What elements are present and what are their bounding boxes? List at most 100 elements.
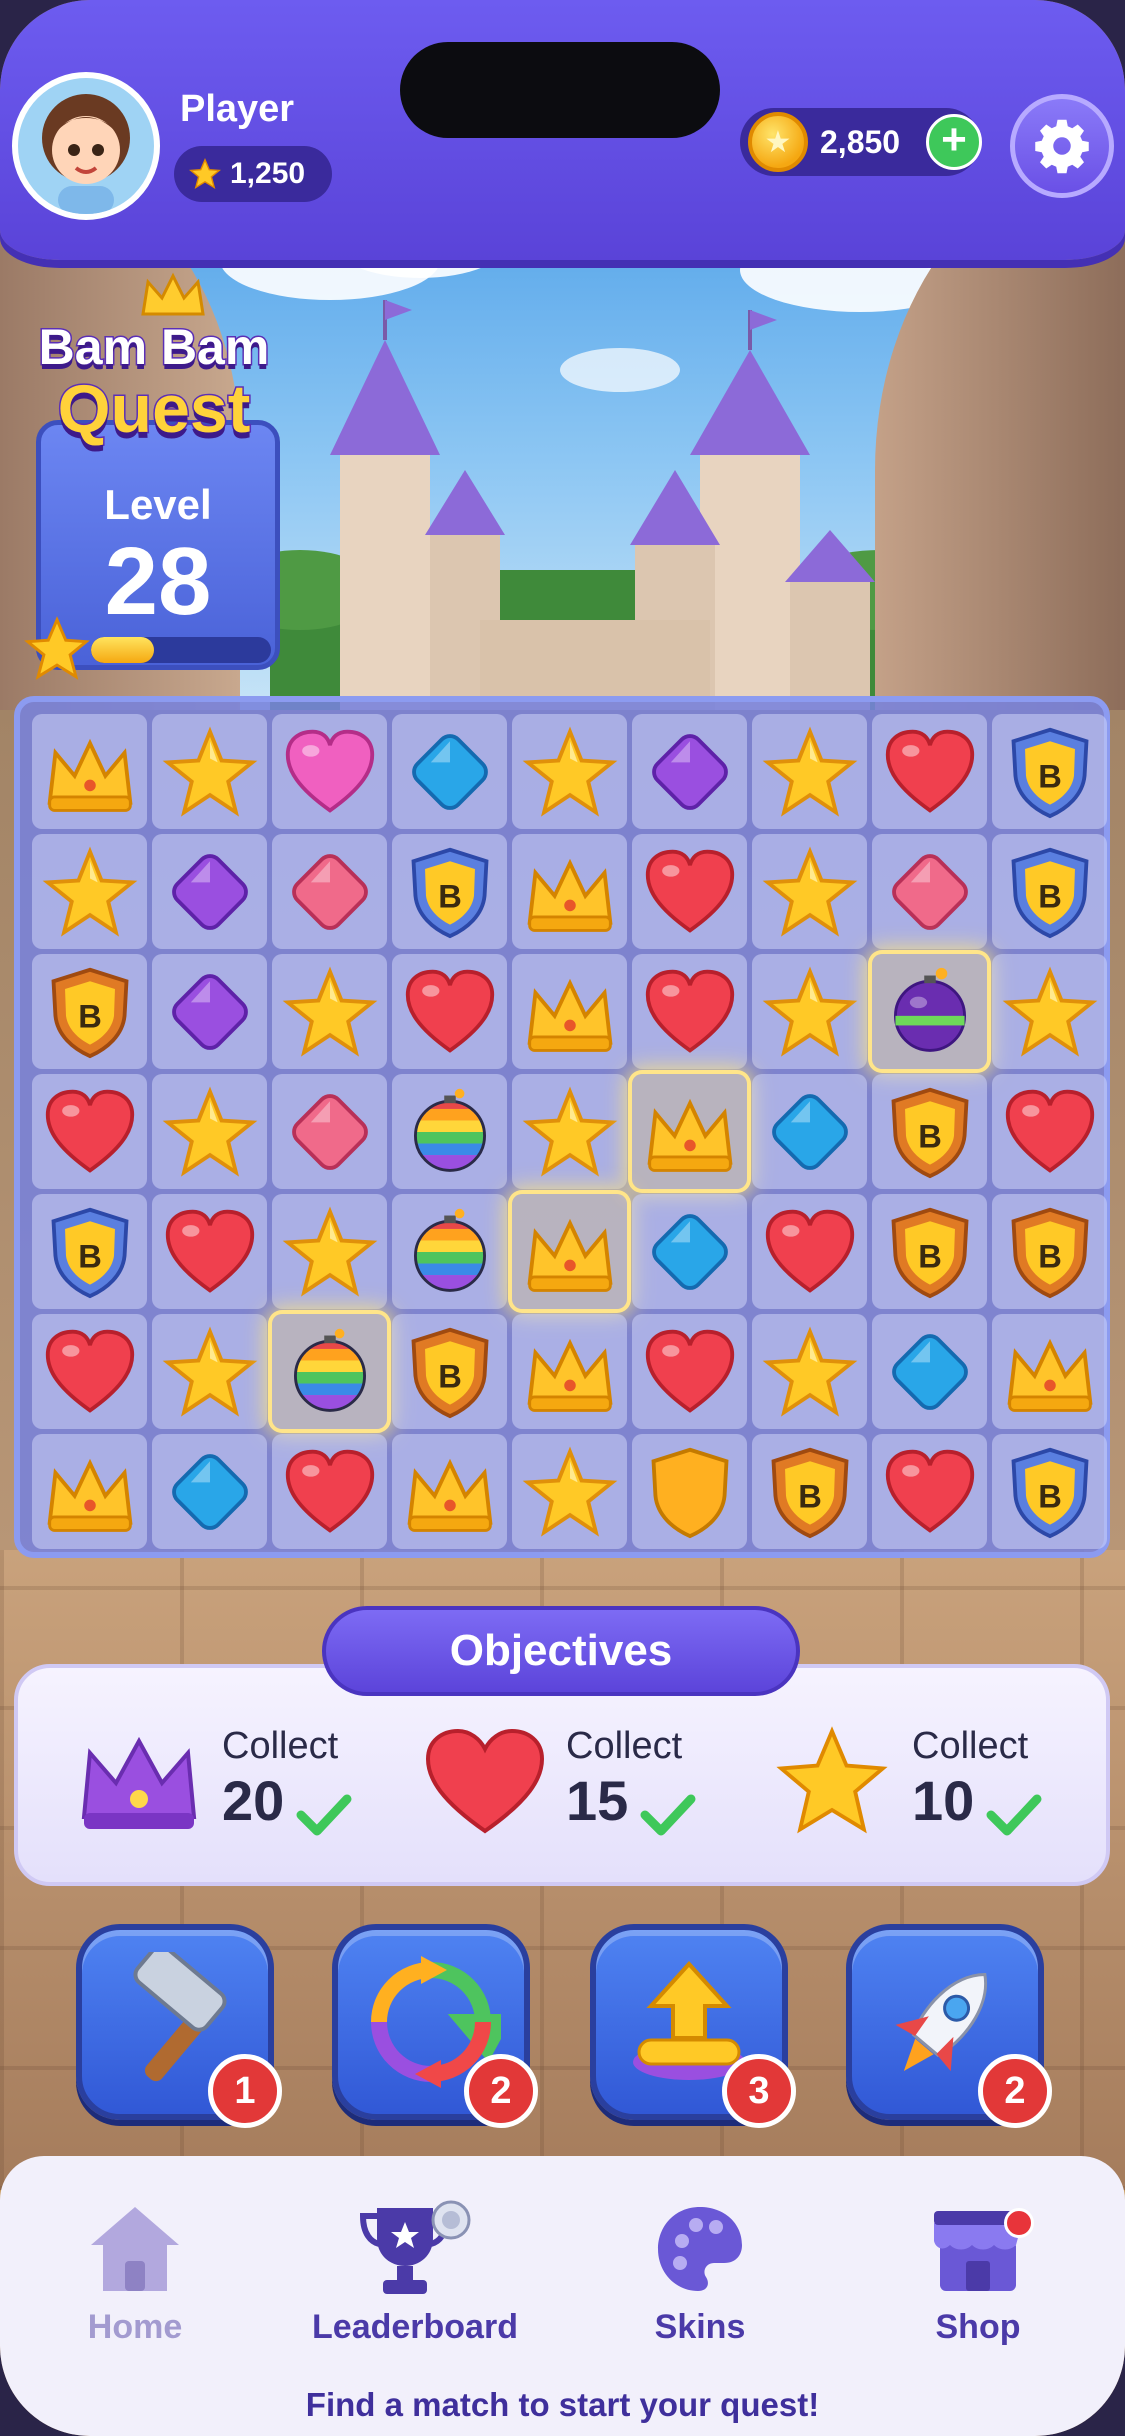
board-tile[interactable]: [152, 1194, 267, 1309]
purple-gem-tile-icon: [171, 853, 248, 930]
board-tile[interactable]: [632, 1434, 747, 1549]
orange-shield-tile-icon: B: [771, 1447, 848, 1538]
board-tile[interactable]: B: [392, 1314, 507, 1429]
board-tile[interactable]: [152, 1074, 267, 1189]
board-tile[interactable]: [152, 1434, 267, 1549]
nav-item-shop[interactable]: Shop: [858, 2194, 1098, 2347]
board-tile[interactable]: [32, 714, 147, 829]
board-tile[interactable]: [992, 1314, 1107, 1429]
blue-shield-tile-icon: B: [1011, 727, 1088, 818]
player-avatar[interactable]: [12, 72, 160, 220]
board-tile[interactable]: B: [32, 1194, 147, 1309]
board-tile[interactable]: [512, 1314, 627, 1429]
board-tile[interactable]: [512, 954, 627, 1069]
crown-tile-icon: [47, 1458, 132, 1532]
camera-notch: [400, 42, 720, 138]
board-tile[interactable]: B: [392, 834, 507, 949]
board-tile[interactable]: B: [872, 1074, 987, 1189]
board-tile[interactable]: [872, 1434, 987, 1549]
objective-count: 20: [222, 1768, 285, 1832]
hammer-booster-button[interactable]: 1: [76, 1924, 282, 2128]
board-tile[interactable]: [272, 1194, 387, 1309]
board-tile[interactable]: [272, 714, 387, 829]
board-tile[interactable]: [752, 1074, 867, 1189]
crown-tile-icon: [47, 738, 132, 812]
board-tile[interactable]: [512, 1434, 627, 1549]
booster-count-badge: 3: [722, 2054, 796, 2128]
board-tile[interactable]: [392, 1434, 507, 1549]
nav-item-leaderboard[interactable]: Leaderboard: [295, 2194, 535, 2347]
upgrade-booster-button[interactable]: 3: [590, 1924, 796, 2128]
blue-shield-tile-icon: B: [411, 847, 488, 938]
board-tile[interactable]: [272, 1434, 387, 1549]
board-tile[interactable]: [632, 954, 747, 1069]
board-tile[interactable]: [32, 834, 147, 949]
board-tile[interactable]: B: [872, 1194, 987, 1309]
svg-text:B: B: [1038, 1477, 1062, 1514]
svg-text:B: B: [438, 1357, 462, 1394]
board-tile[interactable]: [272, 1314, 387, 1429]
objective-label: Collect: [222, 1724, 339, 1767]
heart-tile-icon: [165, 1209, 254, 1293]
board-tile[interactable]: [872, 834, 987, 949]
game-screen: Player 1,250 ★ 2,850 + Level 28 Bam Bam …: [0, 0, 1125, 2436]
board-tile[interactable]: [632, 1074, 747, 1189]
board-tile[interactable]: [392, 1194, 507, 1309]
board-tile[interactable]: [152, 714, 267, 829]
rocket-booster-button[interactable]: 2: [846, 1924, 1052, 2128]
board-tile[interactable]: [392, 1074, 507, 1189]
board-tile[interactable]: B: [992, 834, 1107, 949]
crown-tile-icon: [527, 1338, 612, 1412]
gold-shield-tile-icon: [651, 1447, 728, 1538]
star-tile-icon: [762, 966, 857, 1057]
top-bar: Player 1,250 ★ 2,850 +: [0, 0, 1125, 260]
board-tile[interactable]: [392, 714, 507, 829]
board-tile[interactable]: [872, 714, 987, 829]
board-tile[interactable]: [632, 1314, 747, 1429]
nav-item-home[interactable]: Home: [15, 2194, 255, 2347]
board-tile[interactable]: [632, 1194, 747, 1309]
level-progress-bar: [91, 637, 271, 663]
board-tile[interactable]: [752, 834, 867, 949]
board-tile[interactable]: [512, 834, 627, 949]
board-tile[interactable]: [512, 714, 627, 829]
board-tile[interactable]: [872, 954, 987, 1069]
board-tile[interactable]: [392, 954, 507, 1069]
board-tile[interactable]: [272, 834, 387, 949]
board-tile[interactable]: [152, 834, 267, 949]
board-tile[interactable]: B: [752, 1434, 867, 1549]
board-tile[interactable]: B: [992, 1434, 1107, 1549]
board-tile[interactable]: B: [32, 954, 147, 1069]
coin-value: 2,850: [820, 123, 901, 160]
crown-tile-icon: [527, 1218, 612, 1292]
board-tile[interactable]: [632, 714, 747, 829]
board-tile[interactable]: [152, 954, 267, 1069]
add-coins-button[interactable]: +: [926, 114, 982, 170]
board-tile[interactable]: [992, 954, 1107, 1069]
heart-tile-icon: [645, 1329, 734, 1413]
board-tile[interactable]: [32, 1074, 147, 1189]
settings-button[interactable]: [1010, 94, 1114, 198]
board-tile[interactable]: [272, 954, 387, 1069]
objective-count: 10: [912, 1768, 975, 1832]
objective-crown: Collect 20: [74, 1722, 353, 1842]
board-tile[interactable]: [632, 834, 747, 949]
board-tile[interactable]: [752, 1194, 867, 1309]
board-tile[interactable]: [992, 1074, 1107, 1189]
board-tile[interactable]: [32, 1314, 147, 1429]
board-tile[interactable]: [32, 1434, 147, 1549]
objective-star: Collect 10: [770, 1722, 1043, 1842]
board-tile[interactable]: B: [992, 1194, 1107, 1309]
board-tile[interactable]: B: [992, 714, 1107, 829]
board-tile[interactable]: [152, 1314, 267, 1429]
board-tile[interactable]: [512, 1074, 627, 1189]
nav-item-skins[interactable]: Skins: [580, 2194, 820, 2347]
board-tile[interactable]: [752, 714, 867, 829]
board-tile[interactable]: [512, 1194, 627, 1309]
heart-tile-icon: [285, 1449, 374, 1533]
board-tile[interactable]: [752, 954, 867, 1069]
shuffle-booster-button[interactable]: 2: [332, 1924, 538, 2128]
board-tile[interactable]: [272, 1074, 387, 1189]
board-tile[interactable]: [752, 1314, 867, 1429]
board-tile[interactable]: [872, 1314, 987, 1429]
